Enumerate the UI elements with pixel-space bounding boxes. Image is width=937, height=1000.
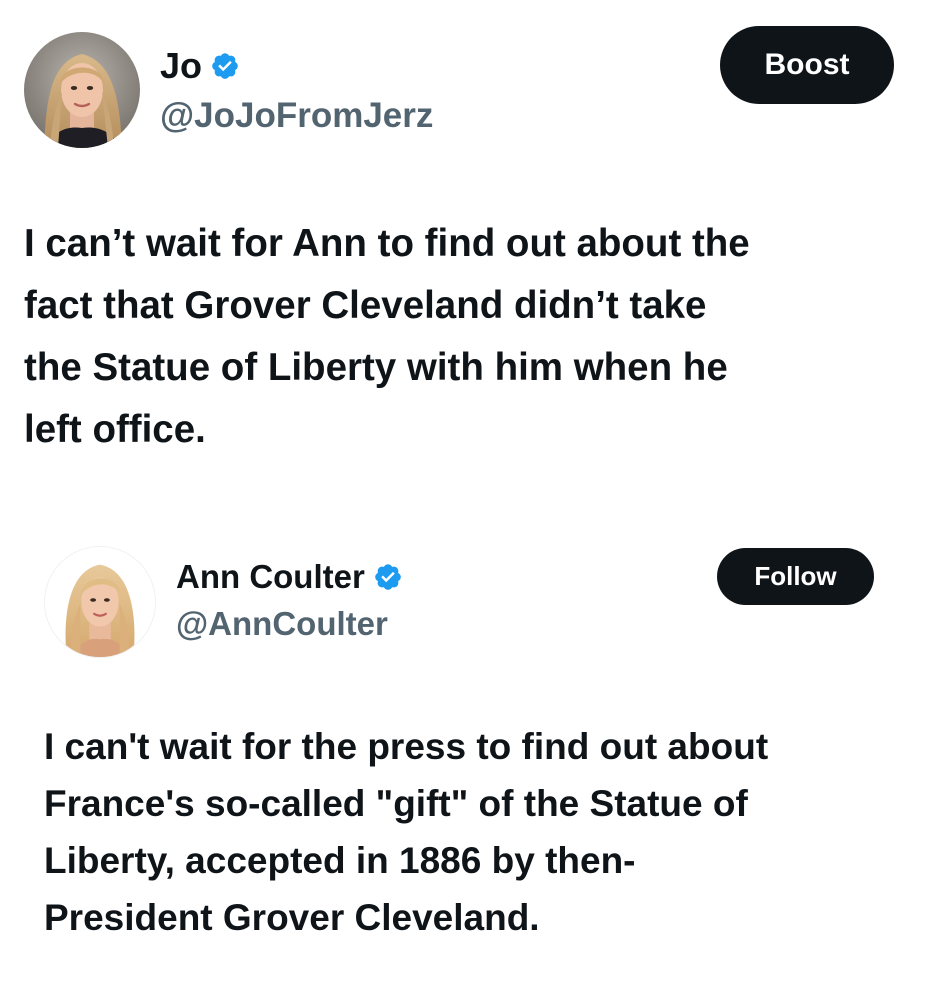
profile-photo-icon [45, 547, 155, 657]
quoted-author-name-row: Ann Coulter [176, 554, 403, 600]
profile-photo-icon [24, 32, 140, 148]
quoted-post-text: I can't wait for the press to find out a… [44, 726, 769, 938]
post-text: I can’t wait for Ann to find out about t… [24, 222, 750, 451]
avatar[interactable] [24, 32, 140, 148]
quoted-author-avatar[interactable] [44, 546, 156, 658]
author-name-row: Jo [160, 44, 240, 88]
verified-badge-icon [210, 51, 240, 81]
quoted-author-display-name[interactable]: Ann Coulter [176, 554, 365, 600]
verified-badge-icon [373, 562, 403, 592]
follow-button[interactable]: Follow [717, 548, 874, 605]
author-handle[interactable]: @JoJoFromJerz [160, 94, 433, 138]
boost-button[interactable]: Boost [720, 26, 894, 104]
quoted-author-handle[interactable]: @AnnCoulter [176, 602, 388, 646]
screenshot-page: Jo @JoJoFromJerz Boost I can’t wait for … [0, 0, 937, 1000]
author-display-name[interactable]: Jo [160, 44, 202, 88]
